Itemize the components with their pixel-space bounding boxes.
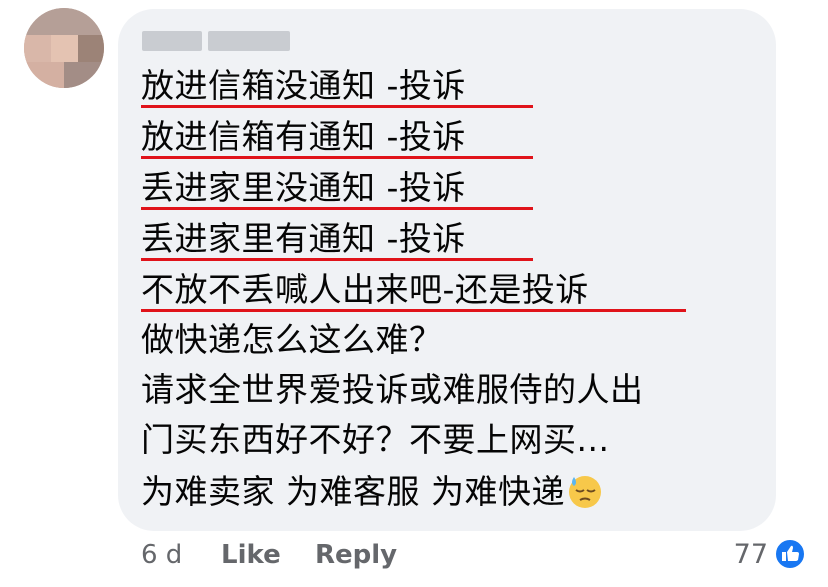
blurred-block xyxy=(142,31,202,51)
comment-line: 丢进家里有通知 -投诉 xyxy=(141,219,466,258)
comment-line-last: 为难卖家 为难客服 为难快递 xyxy=(141,472,603,512)
author-name-blurred[interactable] xyxy=(142,30,290,52)
red-underline xyxy=(141,105,533,108)
blurred-block xyxy=(208,31,290,51)
comment-timestamp[interactable]: 6 d xyxy=(141,540,182,570)
thumbs-up-icon xyxy=(774,538,806,570)
comment-line-text: 为难卖家 为难客服 为难快递 xyxy=(141,472,565,511)
avatar[interactable] xyxy=(24,8,104,88)
like-button[interactable]: Like xyxy=(221,540,281,570)
comment-line: 门买东西好不好？不要上网买... xyxy=(141,420,610,459)
avatar-pixel xyxy=(78,35,104,62)
reply-button[interactable]: Reply xyxy=(315,540,397,570)
avatar-pixel xyxy=(64,62,104,88)
downcast-face-with-sweat-icon xyxy=(568,476,601,508)
avatar-pixel xyxy=(24,35,51,62)
red-underline xyxy=(141,207,533,210)
comment-line: 不放不丢喊人出来吧-还是投诉 xyxy=(141,270,589,309)
reaction-count: 77 xyxy=(733,538,768,570)
red-underline xyxy=(141,258,533,261)
avatar-pixel xyxy=(51,35,78,62)
comment-line: 请求全世界爱投诉或难服侍的人出 xyxy=(141,370,644,409)
reaction-summary[interactable]: 77 xyxy=(734,538,806,570)
comment-line: 放进信箱有通知 -投诉 xyxy=(141,117,466,156)
red-underline xyxy=(141,156,533,159)
red-underline xyxy=(141,309,686,312)
comment-line: 做快递怎么这么难？ xyxy=(141,320,443,359)
comment-line: 放进信箱没通知 -投诉 xyxy=(141,66,466,105)
comment-line: 丢进家里没通知 -投诉 xyxy=(141,168,466,207)
avatar-pixel xyxy=(24,8,104,35)
avatar-pixel xyxy=(24,62,64,88)
